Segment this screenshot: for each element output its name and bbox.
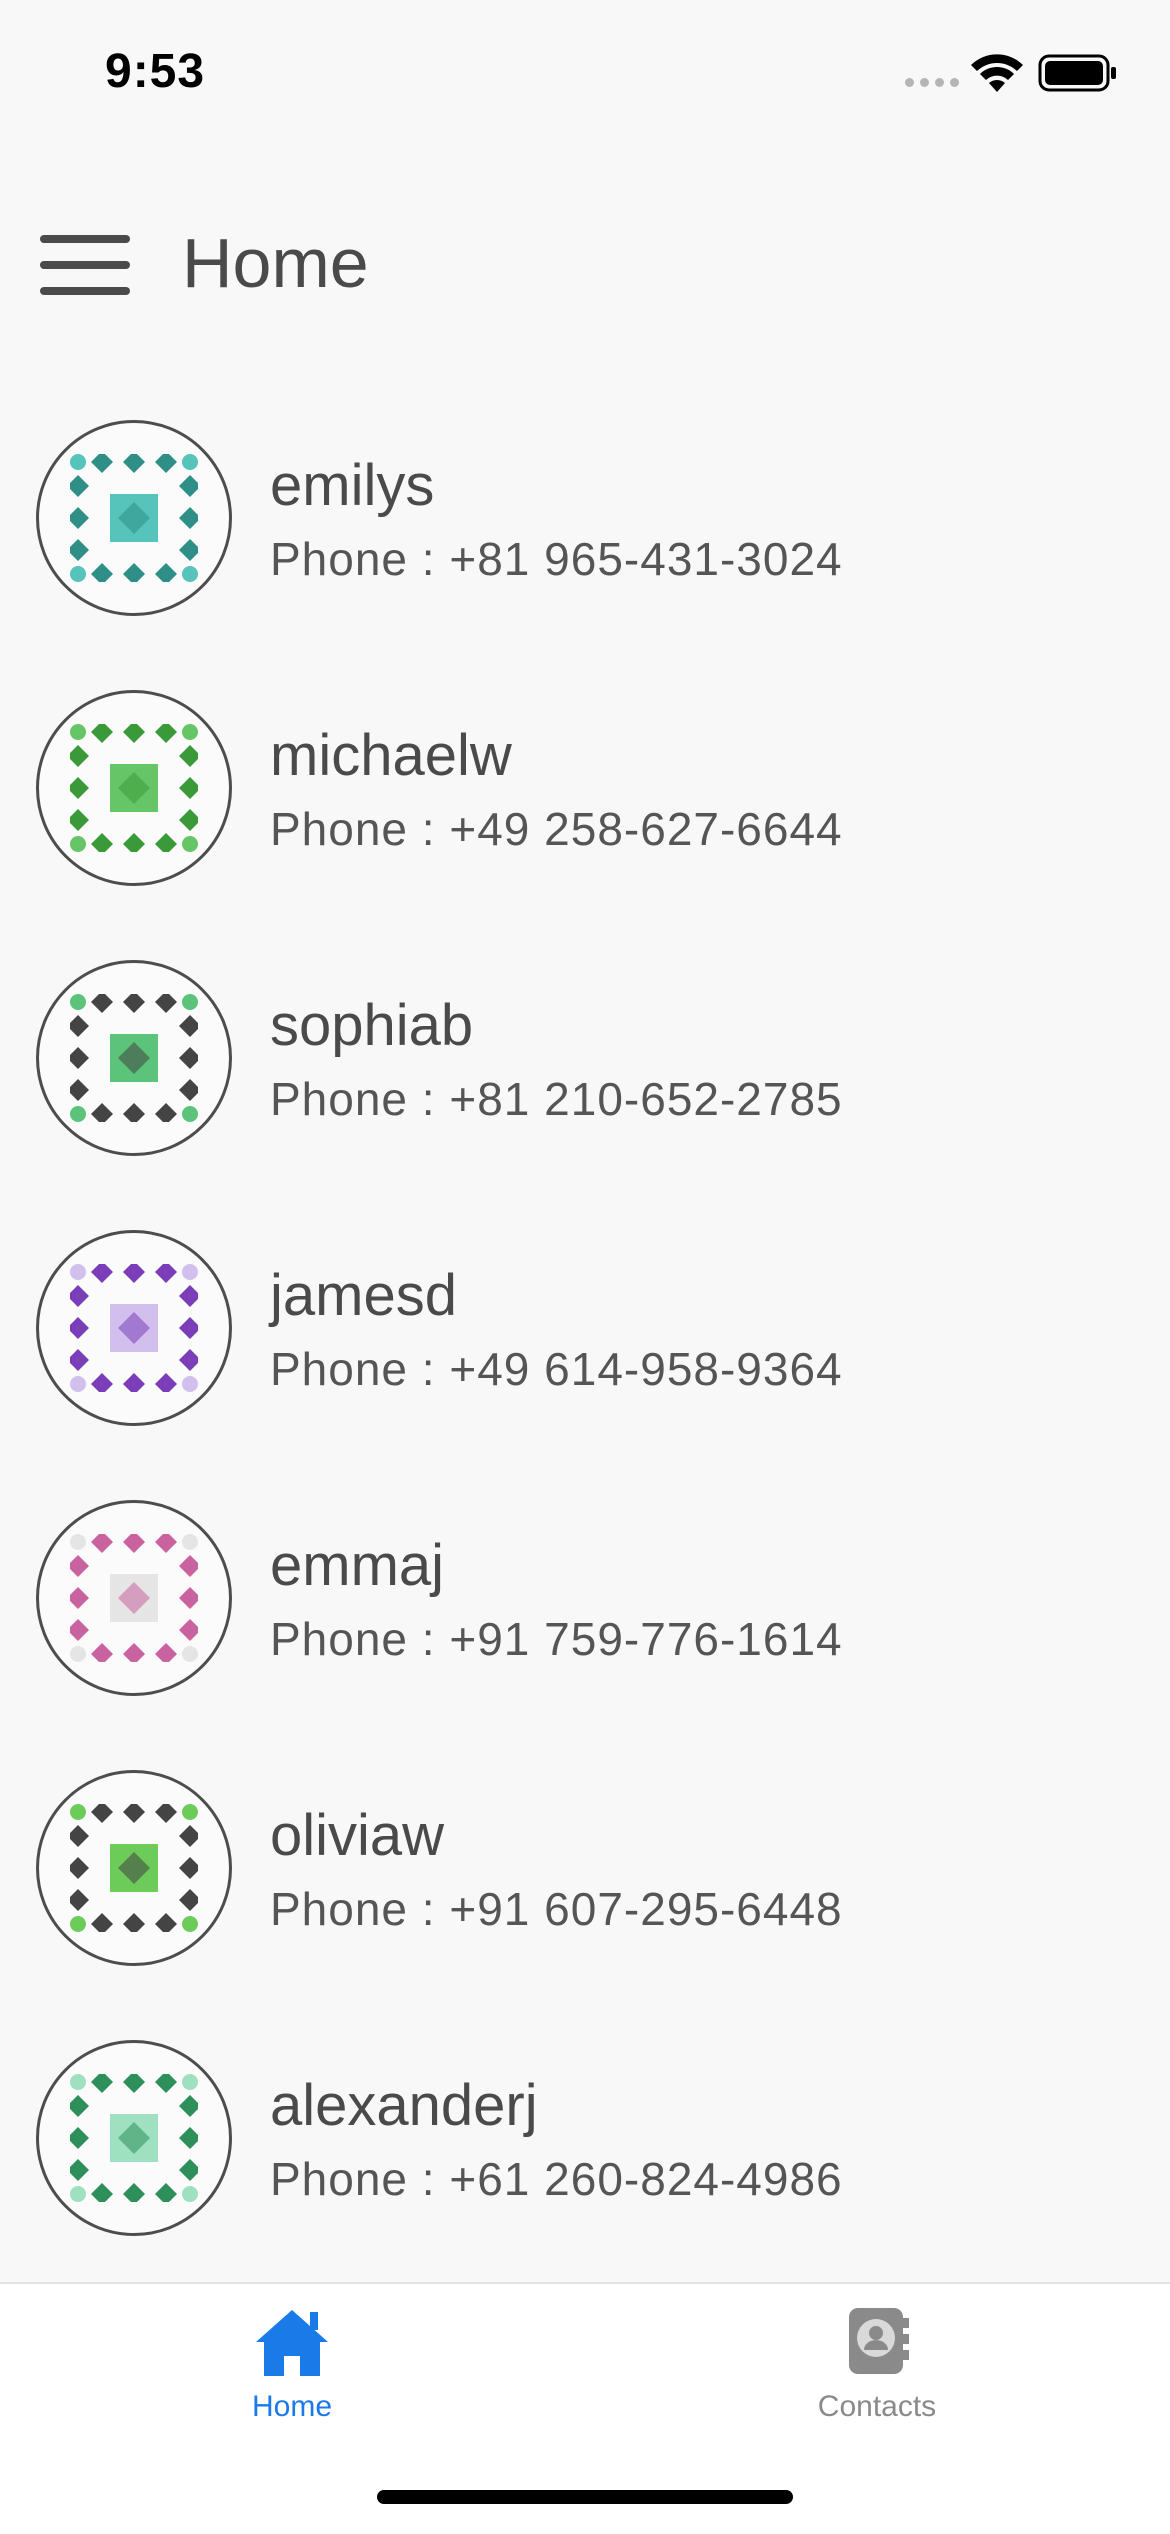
tab-home-label: Home — [251, 2390, 333, 2423]
status-time: 9:53 — [105, 45, 206, 98]
contact-phone: Phone : +61 260-824-4986 — [270, 2153, 843, 2205]
tab-contacts-label: Contacts — [817, 2390, 937, 2423]
contact-username: michaelw — [270, 723, 512, 788]
contact-list-item[interactable]: jamesd Phone : +49 614-958-9364 — [0, 1190, 1170, 1460]
contact-username: jamesd — [270, 1263, 457, 1328]
contact-username: emmaj — [270, 1533, 445, 1598]
avatar — [36, 2040, 232, 2236]
contact-phone: Phone : +81 210-652-2785 — [270, 1073, 843, 1125]
contact-list-item[interactable]: oliviaw Phone : +91 607-295-6448 — [0, 1730, 1170, 2000]
tab-contacts[interactable]: Contacts — [727, 2304, 1027, 2454]
contact-username: oliviaw — [270, 1803, 445, 1868]
cellular-signal-icon — [905, 78, 959, 87]
contact-username: sophiab — [270, 993, 474, 1058]
contact-list-item[interactable]: michaelw Phone : +49 258-627-6644 — [0, 650, 1170, 920]
contact-phone: Phone : +49 614-958-9364 — [270, 1343, 843, 1395]
wifi-icon — [971, 54, 1023, 92]
house-icon — [256, 2310, 328, 2376]
avatar — [36, 1230, 232, 1426]
contact-phone: Phone : +91 607-295-6448 — [270, 1883, 843, 1935]
contact-list-item[interactable]: alexanderj Phone : +61 260-824-4986 — [0, 2000, 1170, 2270]
contact-list-item[interactable]: sophiab Phone : +81 210-652-2785 — [0, 920, 1170, 1190]
status-bar: 9:53 — [0, 0, 1170, 150]
app-header: Home — [0, 190, 1170, 340]
contact-phone: Phone : +49 258-627-6644 — [270, 803, 843, 855]
avatar — [36, 1770, 232, 1966]
contact-phone: Phone : +91 759-776-1614 — [270, 1613, 843, 1665]
tab-home[interactable]: Home — [142, 2304, 442, 2454]
battery-icon — [1038, 54, 1116, 92]
contact-list-item[interactable]: emilys Phone : +81 965-431-3024 — [0, 380, 1170, 650]
contact-username: alexanderj — [270, 2073, 538, 2138]
hamburger-menu-icon[interactable] — [40, 225, 130, 305]
contact-list-item[interactable]: emmaj Phone : +91 759-776-1614 — [0, 1460, 1170, 1730]
home-indicator — [377, 2490, 793, 2504]
contact-username: emilys — [270, 453, 435, 518]
avatar — [36, 690, 232, 886]
contacts-book-icon — [849, 2308, 909, 2374]
avatar — [36, 420, 232, 616]
contact-list: emilys Phone : +81 965-431-3024 michaelw Ph… — [0, 380, 1170, 2270]
avatar — [36, 1500, 232, 1696]
page-title: Home — [182, 224, 369, 302]
avatar — [36, 960, 232, 1156]
contact-phone: Phone : +81 965-431-3024 — [270, 533, 843, 585]
